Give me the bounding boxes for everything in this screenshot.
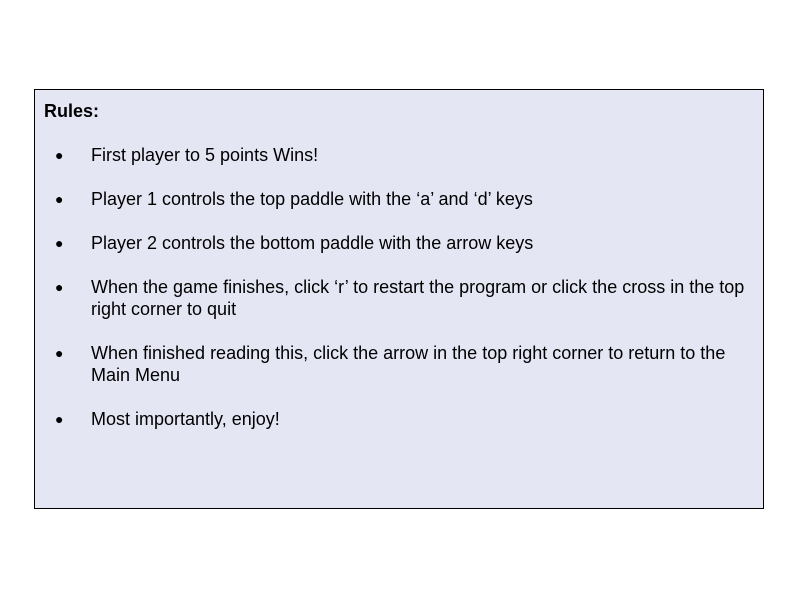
rules-list: ● First player to 5 points Wins! ● Playe… — [35, 144, 763, 452]
rule-text: Player 2 controls the bottom paddle with… — [91, 233, 534, 253]
rule-text: When finished reading this, click the ar… — [91, 343, 726, 385]
rule-text: Player 1 controls the top paddle with th… — [91, 189, 533, 209]
bullet-icon: ● — [55, 411, 64, 427]
bullet-icon: ● — [55, 279, 64, 295]
rule-text: When the game finishes, click ‘r’ to res… — [91, 277, 745, 319]
bullet-icon: ● — [55, 147, 64, 163]
rule-item: ● When the game finishes, click ‘r’ to r… — [35, 276, 763, 320]
rule-item: ● First player to 5 points Wins! — [35, 144, 763, 166]
rule-item: ● Player 2 controls the bottom paddle wi… — [35, 232, 763, 254]
rules-panel: Rules: ● First player to 5 points Wins! … — [34, 89, 764, 509]
rule-item: ● Most importantly, enjoy! — [35, 408, 763, 430]
bullet-icon: ● — [55, 191, 64, 207]
rule-item: ● When finished reading this, click the … — [35, 342, 763, 386]
bullet-icon: ● — [55, 345, 64, 361]
rule-item: ● Player 1 controls the top paddle with … — [35, 188, 763, 210]
rules-title: Rules: — [44, 101, 100, 121]
bullet-icon: ● — [55, 235, 64, 251]
rule-text: Most importantly, enjoy! — [91, 409, 280, 429]
rule-text: First player to 5 points Wins! — [91, 145, 319, 165]
rules-screen: Rules: ● First player to 5 points Wins! … — [0, 0, 800, 600]
